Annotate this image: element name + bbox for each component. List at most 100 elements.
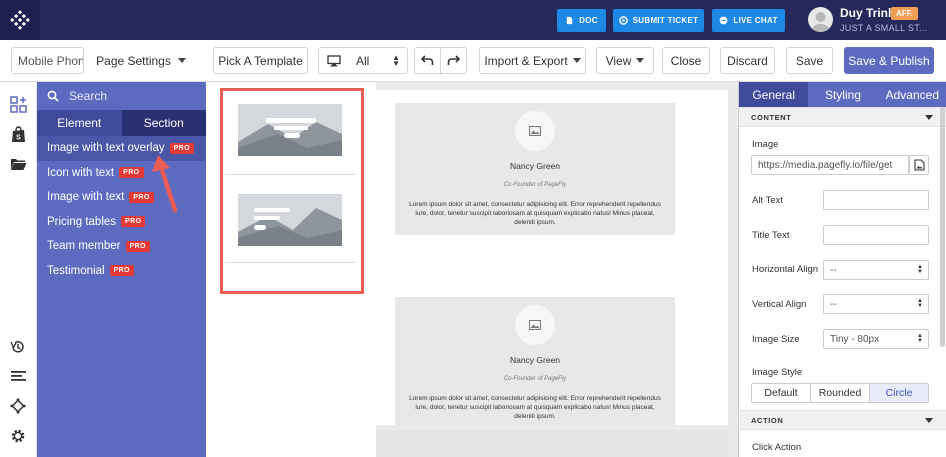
shop-name: JUST A SMALL ST... — [840, 23, 928, 33]
properties-tabs: General Styling Advanced — [739, 82, 946, 107]
editor-toolbar: Mobile Phone Page Settings Pick A Templa… — [0, 40, 946, 82]
team-member-card[interactable]: Nancy Green Co-Founder of PageFly Lorem … — [395, 103, 675, 235]
history-icon[interactable] — [9, 338, 27, 356]
image-size-select[interactable]: Tiny - 80px ▲ ▼ — [823, 329, 929, 349]
save-button[interactable]: Save — [786, 47, 833, 74]
team-member-card[interactable]: Nancy Green Co-Founder of PageFly Lorem … — [395, 297, 675, 425]
member-name: Nancy Green — [509, 161, 561, 171]
desktop-icon — [327, 54, 341, 66]
save-publish-button[interactable]: Save & Publish — [844, 47, 934, 74]
member-name: Nancy Green — [509, 355, 561, 365]
content-section-header[interactable]: CONTENT — [739, 107, 946, 127]
title-text-label: Title Text — [752, 230, 790, 241]
device-select[interactable]: All ▲ ▼ — [318, 47, 408, 74]
select-arrows-icon: ▲ ▼ — [917, 333, 923, 344]
horizontal-align-select[interactable]: -- ▲ ▼ — [823, 260, 929, 280]
tab-advanced[interactable]: Advanced — [878, 82, 946, 107]
search-input[interactable]: Search — [69, 89, 107, 103]
tab-element[interactable]: Element — [37, 110, 122, 136]
live-chat-button[interactable]: LIVE CHAT — [712, 9, 785, 32]
vertical-align-select[interactable]: -- ▲ ▼ — [823, 294, 929, 314]
page-name-input[interactable]: Mobile Phone — [11, 47, 84, 74]
search-icon — [47, 90, 59, 102]
style-option-rounded[interactable]: Rounded — [811, 384, 870, 402]
member-bio: Lorem ipsum dolor sit amet, consectetur … — [409, 201, 661, 226]
image-picker-button[interactable] — [909, 155, 929, 175]
list-item[interactable]: Team member PRO — [37, 234, 206, 259]
gear-icon[interactable] — [9, 427, 27, 445]
avatar — [515, 305, 555, 345]
undo-icon — [421, 55, 434, 65]
image-placeholder-icon — [529, 320, 541, 330]
doc-button[interactable]: DOC — [557, 9, 606, 32]
submit-ticket-button[interactable]: SUBMIT TICKET — [613, 9, 704, 32]
folder-icon[interactable] — [9, 155, 27, 173]
select-arrows-icon: ▲ ▼ — [917, 264, 923, 275]
pagefly-logo[interactable] — [0, 0, 40, 40]
discard-button[interactable]: Discard — [720, 47, 775, 74]
select-arrows-icon: ▲ ▼ — [917, 298, 923, 309]
outline-list-icon[interactable] — [9, 367, 27, 385]
action-section-header[interactable]: ACTION — [739, 410, 946, 430]
section-thumbnail-2[interactable] — [225, 180, 356, 263]
redo-icon — [447, 55, 460, 65]
page-settings-dropdown[interactable]: Page Settings — [92, 47, 190, 74]
pro-badge: PRO — [119, 167, 144, 179]
pro-badge: PRO — [125, 240, 150, 252]
caret-down-icon — [572, 58, 581, 63]
panel-search[interactable]: Search — [37, 82, 206, 110]
view-dropdown[interactable]: View — [596, 47, 654, 74]
member-role: Co-Founder of PageFly — [503, 376, 567, 382]
caret-down-icon — [636, 58, 645, 63]
top-bar: DOC SUBMIT TICKET LIVE CHAT Duy Trinh AF… — [0, 0, 946, 40]
tab-section[interactable]: Section — [121, 110, 206, 136]
shopify-icon[interactable]: S — [9, 125, 27, 143]
image-label: Image — [752, 139, 779, 150]
caret-down-icon — [925, 115, 933, 120]
user-name[interactable]: Duy Trinh — [840, 6, 895, 20]
alt-text-label: Alt Text — [752, 195, 783, 206]
import-export-dropdown[interactable]: Import & Export — [479, 47, 586, 74]
redo-button[interactable] — [440, 47, 467, 74]
mountain-icon — [238, 194, 342, 246]
close-button[interactable]: Close — [662, 47, 710, 74]
click-action-label: Click Action — [752, 442, 802, 453]
section-thumbnail-1[interactable] — [225, 92, 356, 175]
tab-styling[interactable]: Styling — [808, 82, 877, 107]
horizontal-align-label: Horizontal Align — [752, 264, 819, 275]
caret-down-icon — [925, 418, 933, 423]
alt-text-field[interactable] — [823, 190, 929, 210]
chat-icon — [719, 16, 728, 25]
element-panel: Search Element Section Image with text o… — [37, 82, 206, 457]
add-element-icon[interactable] — [9, 95, 27, 113]
properties-scrollbar[interactable] — [940, 107, 945, 347]
image-style-label: Image Style — [752, 367, 803, 378]
image-style-segmented: Default Rounded Circle — [751, 383, 929, 403]
arrow-annotation-icon — [152, 155, 178, 213]
user-icon — [811, 12, 830, 32]
member-bio: Lorem ipsum dolor sit amet, consectetur … — [409, 395, 661, 420]
member-role: Co-Founder of PageFly — [503, 182, 567, 188]
document-icon — [566, 16, 573, 25]
image-url-field[interactable]: https://media.pagefly.io/file/get — [751, 155, 909, 175]
integrations-icon[interactable] — [9, 397, 27, 415]
pick-template-button[interactable]: Pick A Template — [213, 47, 308, 74]
title-text-field[interactable] — [823, 225, 929, 245]
select-arrows-icon: ▲ ▼ — [392, 52, 400, 68]
svg-text:S: S — [16, 134, 21, 141]
canvas-scroll-area[interactable] — [376, 430, 728, 457]
list-item[interactable]: Testimonial PRO — [37, 259, 206, 284]
mountain-icon — [238, 104, 342, 156]
thumbnail-image — [238, 104, 342, 156]
affiliate-badge: AFF. — [891, 7, 918, 20]
lifebuoy-icon — [618, 16, 628, 25]
panel-tabs: Element Section — [37, 110, 206, 136]
tab-general[interactable]: General — [739, 82, 809, 107]
vertical-align-label: Vertical Align — [752, 299, 807, 310]
caret-down-icon — [177, 58, 186, 63]
style-option-circle[interactable]: Circle — [870, 384, 928, 402]
user-avatar[interactable] — [808, 7, 833, 32]
avatar — [515, 111, 555, 151]
style-option-default[interactable]: Default — [752, 384, 811, 402]
undo-button[interactable] — [414, 47, 441, 74]
